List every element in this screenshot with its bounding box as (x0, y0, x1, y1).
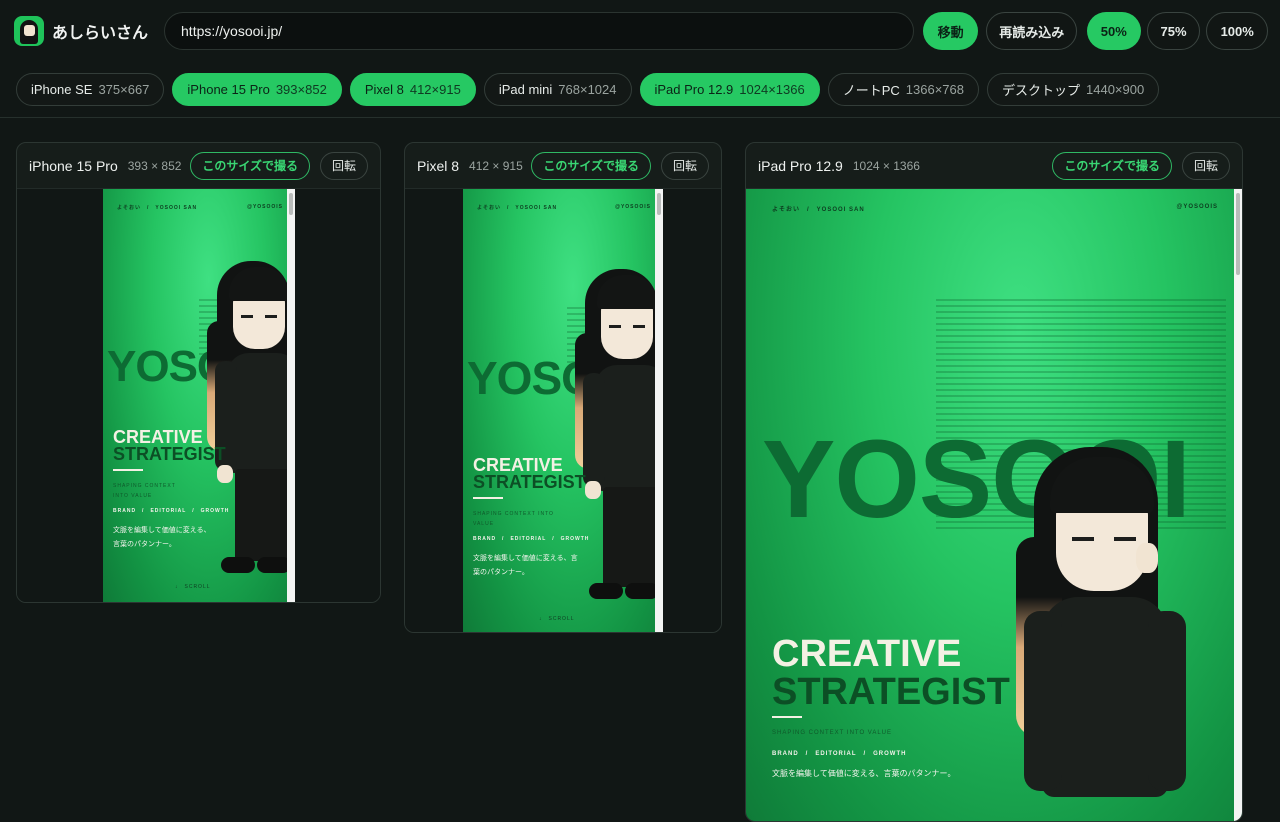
site-copy-line1: 文脈を編集して価値に変える、言 (473, 555, 578, 562)
device-chip-laptop[interactable]: ノートPC 1366×768 (827, 73, 979, 106)
reload-button[interactable]: 再読み込み (986, 12, 1077, 50)
site-copy-line1: 文脈を編集して価値に変える、 (113, 527, 211, 534)
panel-header: Pixel 8 412 × 915 このサイズで撮る 回転 (405, 143, 721, 189)
panel-device-size: 393 × 852 (127, 158, 182, 173)
capture-button[interactable]: このサイズで撮る (190, 151, 310, 180)
device-chip-name: iPad mini (498, 82, 553, 97)
site-tagline: SHAPING CONTEXT INTO VALUE (772, 730, 893, 736)
device-chip-pixel-8[interactable]: Pixel 8 412×915 (349, 73, 476, 106)
site-nav-brand[interactable]: よそおい / YOSOOI SAN (117, 204, 197, 211)
device-chip-name: iPad Pro 12.9 (654, 82, 734, 97)
device-chip-bar: iPhone SE 375×667 iPhone 15 Pro 393×852 … (0, 62, 1280, 118)
top-bar: あしらいさん 移動 再読み込み 50% 75% 100% (0, 0, 1280, 62)
site-nav-handle[interactable]: @YOSOOIS (247, 204, 283, 211)
url-input[interactable] (181, 23, 897, 39)
rotate-button[interactable]: 回転 (319, 151, 368, 180)
zoom-100-button[interactable]: 100% (1206, 12, 1269, 50)
site-nav-handle[interactable]: @YOSOOIS (615, 204, 651, 211)
zoom-50-button[interactable]: 50% (1086, 12, 1141, 50)
panel-device-name: iPad Pro 12.9 (758, 157, 843, 174)
site-tags: BRAND / EDITORIAL / GROWTH (473, 536, 590, 542)
panel-header: iPad Pro 12.9 1024 × 1366 このサイズで撮る 回転 (746, 143, 1242, 189)
go-button[interactable]: 移動 (922, 12, 979, 50)
panel-viewport: よそおい / YOSOOI SAN @YOSOOIS YOSOOI CREATI… (405, 189, 721, 632)
device-chip-iphone-15-pro[interactable]: iPhone 15 Pro 393×852 (172, 73, 342, 106)
preview-panel-ipad-pro: iPad Pro 12.9 1024 × 1366 このサイズで撮る 回転 よそ… (745, 142, 1243, 822)
site-nav-handle[interactable]: @YOSOOIS (1176, 204, 1218, 213)
site-tagline: SHAPING CONTEXT INTO VALUE (473, 511, 554, 527)
panel-viewport: よそおい / YOSOOI SAN @YOSOOIS YOSOOI CREATI… (17, 189, 380, 602)
site-strategist: STRATEGIST (772, 671, 1010, 713)
device-chip-size: 768×1024 (558, 82, 617, 97)
site-preview[interactable]: よそおい / YOSOOI SAN @YOSOOIS YOSOOI CREATI… (103, 189, 295, 602)
site-creative: CREATIVE (772, 633, 962, 675)
panel-device-size: 412 × 915 (469, 158, 523, 173)
site-scroll-hint[interactable]: ↓ SCROLL (175, 583, 211, 590)
site-copy-line2: 葉のパタンナー。 (473, 569, 529, 576)
site-scrollbar[interactable] (655, 189, 663, 632)
capture-button[interactable]: このサイズで撮る (1052, 151, 1172, 180)
site-scrollbar-thumb[interactable] (657, 193, 661, 215)
preview-panel-iphone-15-pro: iPhone 15 Pro 393 × 852 このサイズで撮る 回転 よそおい… (16, 142, 381, 603)
device-chip-size: 393×852 (275, 82, 327, 97)
app-name: あしらいさん (52, 25, 149, 42)
site-divider (473, 497, 503, 499)
site-divider (113, 469, 143, 471)
site-strategist: STRATEGIST (473, 472, 586, 492)
site-scrollbar[interactable] (1234, 189, 1242, 821)
site-preview[interactable]: よそおい / YOSOOI SAN @YOSOOIS YOSOOI CREATI… (746, 189, 1242, 821)
site-scrollbar[interactable] (287, 189, 295, 602)
site-copy: 文脈を編集して価値に変える、言葉のパタンナー。 (772, 769, 956, 778)
panel-device-name: Pixel 8 (417, 157, 460, 174)
panel-device-name: iPhone 15 Pro (29, 157, 118, 174)
capture-button[interactable]: このサイズで撮る (531, 151, 651, 180)
app-avatar-icon (14, 16, 44, 46)
device-chip-ipad-pro[interactable]: iPad Pro 12.9 1024×1366 (639, 73, 820, 106)
site-nav-brand[interactable]: よそおい / YOSOOI SAN (772, 204, 865, 213)
device-chip-size: 1440×900 (1086, 82, 1145, 97)
url-field[interactable] (164, 12, 914, 50)
site-nav-brand[interactable]: よそおい / YOSOOI SAN (477, 204, 557, 211)
device-chip-size: 375×667 (98, 82, 150, 97)
rotate-button[interactable]: 回転 (1181, 151, 1230, 180)
site-tags: BRAND / EDITORIAL / GROWTH (772, 751, 907, 757)
device-chip-iphone-se[interactable]: iPhone SE 375×667 (16, 73, 165, 106)
panel-device-size: 1024 × 1366 (852, 158, 920, 173)
panel-header: iPhone 15 Pro 393 × 852 このサイズで撮る 回転 (17, 143, 380, 189)
device-chip-size: 1024×1366 (739, 82, 805, 97)
device-chip-ipad-mini[interactable]: iPad mini 768×1024 (483, 73, 632, 106)
site-strategist: STRATEGIST (113, 444, 226, 464)
device-chip-size: 1366×768 (905, 82, 964, 97)
site-scrollbar-thumb[interactable] (1236, 193, 1240, 275)
site-tags: BRAND / EDITORIAL / GROWTH (113, 508, 230, 514)
device-chip-size: 412×915 (409, 82, 461, 97)
device-chip-desktop[interactable]: デスクトップ 1440×900 (986, 73, 1160, 106)
rotate-button[interactable]: 回転 (660, 151, 709, 180)
preview-panel-pixel-8: Pixel 8 412 × 915 このサイズで撮る 回転 よそおい / YOS… (404, 142, 722, 633)
zoom-75-button[interactable]: 75% (1146, 12, 1201, 50)
site-divider (772, 716, 802, 718)
panel-viewport: よそおい / YOSOOI SAN @YOSOOIS YOSOOI CREATI… (746, 189, 1242, 821)
site-scroll-hint[interactable]: ↓ SCROLL (539, 615, 575, 622)
device-chip-name: Pixel 8 (364, 82, 404, 97)
device-chip-name: デスクトップ (1001, 83, 1080, 98)
site-scrollbar-thumb[interactable] (289, 193, 293, 215)
device-chip-name: ノートPC (842, 83, 900, 98)
device-chip-name: iPhone SE (31, 82, 93, 97)
device-chip-name: iPhone 15 Pro (187, 82, 270, 97)
site-tagline: SHAPING CONTEXT INTO VALUE (113, 483, 176, 499)
site-copy-line2: 言葉のパタンナー。 (113, 541, 176, 548)
site-preview[interactable]: よそおい / YOSOOI SAN @YOSOOIS YOSOOI CREATI… (463, 189, 663, 632)
